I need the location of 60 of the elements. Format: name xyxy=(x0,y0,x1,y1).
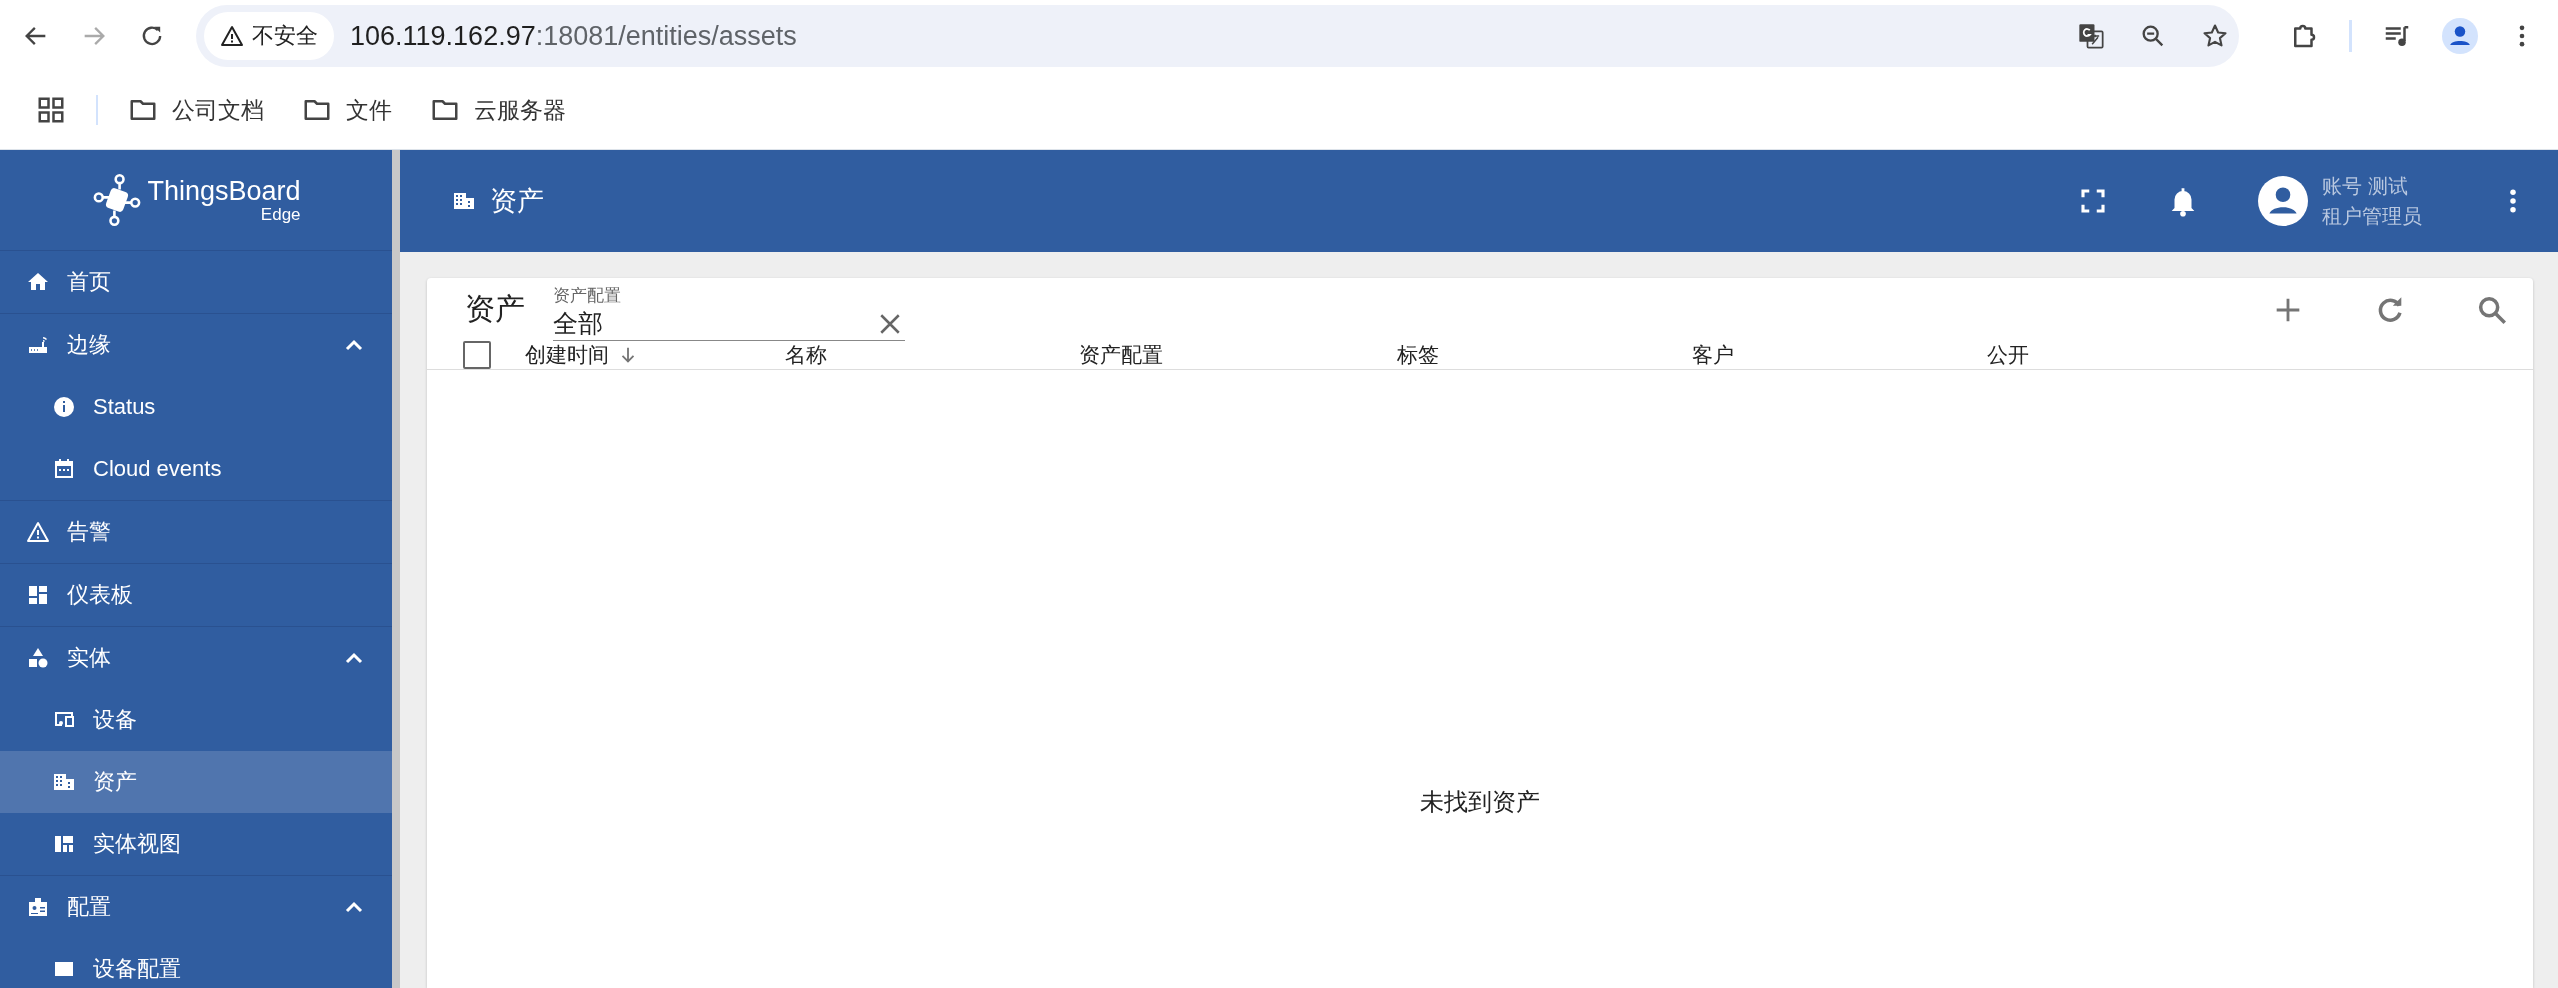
nav-label: 资产 xyxy=(93,768,138,796)
nav-item[interactable]: 资产 xyxy=(0,751,392,813)
logo-name: ThingsBoard xyxy=(147,176,301,206)
nav-item[interactable]: 实体 xyxy=(0,627,392,689)
url-text: 106.119.162.97:18081/entities/assets xyxy=(350,20,797,52)
account-icon[interactable] xyxy=(2258,176,2308,226)
card-title: 资产 xyxy=(465,291,525,327)
nav-item[interactable]: 告警 xyxy=(0,501,392,563)
nav-label: 实体视图 xyxy=(93,830,182,858)
nav-label: 边缘 xyxy=(67,331,112,359)
nav-label: Status xyxy=(93,394,157,420)
nav-label: 设备 xyxy=(93,706,138,734)
column-header[interactable]: 公开 xyxy=(1987,341,2029,369)
empty-message: 未找到资产 xyxy=(1420,787,1540,817)
badge-icon xyxy=(26,895,50,919)
column-header[interactable]: 客户 xyxy=(1692,341,1734,369)
fullscreen-icon[interactable] xyxy=(2078,186,2108,216)
select-all-checkbox[interactable] xyxy=(463,341,491,369)
user-role: 租户管理员 xyxy=(2322,204,2422,229)
column-header[interactable]: 创建时间 xyxy=(525,341,639,369)
apps-icon[interactable] xyxy=(36,95,66,125)
nav-item[interactable]: 仪表板 xyxy=(0,564,392,626)
bookmark[interactable]: 公司文档 xyxy=(128,94,264,126)
column-header[interactable]: 标签 xyxy=(1397,341,1439,369)
nav-label: Cloud events xyxy=(93,456,223,482)
logo[interactable]: ThingsBoard Edge xyxy=(0,150,392,251)
nav-label: 配置 xyxy=(67,893,112,921)
nav-item[interactable]: 设备 xyxy=(0,689,392,751)
bookmark[interactable]: 文件 xyxy=(302,94,392,126)
calendar-icon xyxy=(52,457,76,481)
nav-label: 仪表板 xyxy=(67,581,134,609)
nav-item[interactable]: 首页 xyxy=(0,251,392,313)
nav-item[interactable]: Cloud events xyxy=(0,438,392,500)
nav-item[interactable]: Status xyxy=(0,376,392,438)
column-header[interactable]: 资产配置 xyxy=(1079,341,1163,369)
nav-item[interactable]: 实体视图 xyxy=(0,813,392,875)
user-name: 账号 测试 xyxy=(2322,174,2409,199)
nav-label: 设备配置 xyxy=(93,955,182,983)
bookmark[interactable]: 云服务器 xyxy=(430,94,566,126)
security-chip[interactable]: 不安全 xyxy=(204,12,334,60)
warning-icon xyxy=(26,520,50,544)
nav-item[interactable]: 配置 xyxy=(0,876,392,938)
nav-label: 实体 xyxy=(67,644,112,672)
star-icon[interactable] xyxy=(2201,22,2229,50)
warning-icon xyxy=(220,24,244,48)
address-bar[interactable]: 不安全 106.119.162.97:18081/entities/assets xyxy=(196,5,2239,67)
dashboard-icon xyxy=(26,583,50,607)
nav-item[interactable]: 设备配置 xyxy=(0,938,392,988)
logo-edition: Edge xyxy=(260,206,301,224)
profile-filter-field[interactable]: 资产配置 全部 xyxy=(553,278,905,341)
scrollbar[interactable] xyxy=(392,150,400,988)
avatar-icon[interactable] xyxy=(2442,18,2478,54)
info-icon xyxy=(52,395,76,419)
nav-label: 首页 xyxy=(67,268,112,296)
nav-item[interactable]: 边缘 xyxy=(0,314,392,376)
page-title: 资产 xyxy=(490,185,544,218)
shapes-icon xyxy=(26,646,50,670)
nav-label: 告警 xyxy=(67,518,112,546)
translate-icon[interactable] xyxy=(2077,22,2105,50)
column-header[interactable]: 名称 xyxy=(785,341,827,369)
